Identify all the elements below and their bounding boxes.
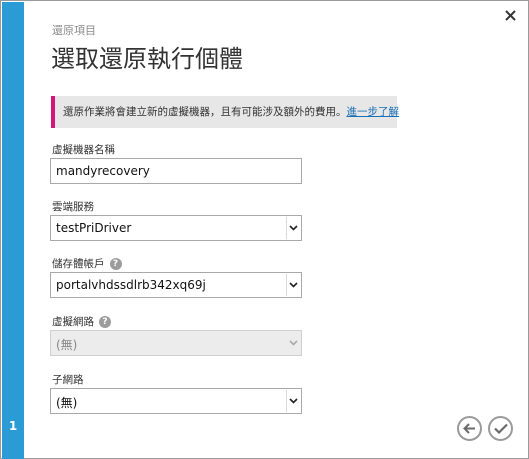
virtual-network-label: 虛擬網路 ? bbox=[52, 314, 111, 329]
cloud-service-label: 雲端服務 bbox=[52, 199, 94, 214]
check-icon bbox=[493, 423, 508, 434]
subnet-select[interactable]: (無) bbox=[50, 388, 302, 414]
arrow-left-icon bbox=[463, 423, 475, 434]
chevron-down-icon bbox=[286, 332, 300, 354]
cloud-service-label-text: 雲端服務 bbox=[52, 201, 94, 213]
help-icon[interactable]: ? bbox=[109, 257, 122, 270]
storage-account-label-text: 儲存體帳戶 bbox=[52, 258, 105, 270]
chevron-down-icon bbox=[286, 390, 300, 412]
finish-button[interactable] bbox=[488, 416, 513, 441]
step-number: 1 bbox=[8, 419, 18, 433]
vm-name-label: 虛擬機器名稱 bbox=[52, 142, 115, 157]
vm-name-input[interactable] bbox=[50, 158, 302, 184]
vm-name-label-text: 虛擬機器名稱 bbox=[52, 144, 115, 156]
subnet-value: (無) bbox=[56, 396, 78, 410]
page-title: 選取還原執行個體 bbox=[51, 45, 243, 73]
dialog: 1 還原項目 選取還原執行個體 還原作業將會建立新的虛擬機器，且有可能涉及額外的… bbox=[0, 0, 529, 459]
storage-account-select[interactable]: portalvhdssdlrb342xq69j bbox=[50, 272, 302, 298]
notice-banner: 還原作業將會建立新的虛擬機器，且有可能涉及額外的費用。進一步了解 bbox=[51, 96, 400, 128]
step-bar: 1 bbox=[2, 2, 24, 459]
subnet-label: 子網路 bbox=[52, 372, 84, 387]
learn-more-link[interactable]: 進一步了解 bbox=[347, 106, 400, 118]
cloud-service-select[interactable]: testPriDriver bbox=[50, 215, 302, 241]
chevron-down-icon bbox=[286, 274, 300, 296]
cloud-service-value: testPriDriver bbox=[56, 221, 132, 235]
breadcrumb: 還原項目 bbox=[52, 24, 96, 37]
storage-account-label: 儲存體帳戶 ? bbox=[52, 256, 122, 271]
chevron-down-icon bbox=[286, 217, 300, 239]
virtual-network-value: (無) bbox=[56, 338, 78, 352]
virtual-network-label-text: 虛擬網路 bbox=[52, 316, 94, 328]
storage-account-value: portalvhdssdlrb342xq69j bbox=[56, 278, 206, 292]
subnet-label-text: 子網路 bbox=[52, 374, 84, 386]
back-button[interactable] bbox=[457, 416, 482, 441]
notice-text: 還原作業將會建立新的虛擬機器，且有可能涉及額外的費用。 bbox=[63, 106, 347, 118]
help-icon[interactable]: ? bbox=[99, 315, 111, 328]
close-icon[interactable] bbox=[505, 8, 516, 25]
virtual-network-select: (無) bbox=[50, 330, 302, 356]
